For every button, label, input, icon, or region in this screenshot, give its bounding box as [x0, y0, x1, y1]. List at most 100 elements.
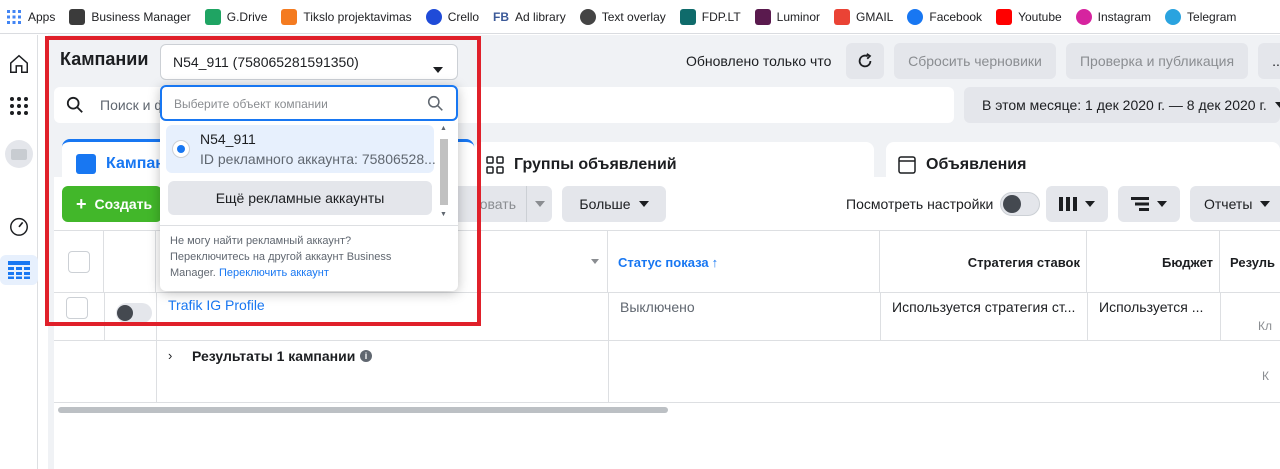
- bookmark-telegram[interactable]: Telegram: [1165, 8, 1237, 25]
- bookmark-apps-grid[interactable]: Apps: [6, 9, 55, 25]
- refresh-icon: [858, 53, 872, 68]
- gmail-icon: [834, 8, 851, 25]
- breakdown-icon: [1131, 197, 1149, 211]
- campaign-name-link[interactable]: Trafik IG Profile: [168, 297, 265, 313]
- bookmark-label: Tikslo projektavimas: [303, 9, 412, 24]
- more-actions-label: Больше: [579, 196, 631, 212]
- home-icon[interactable]: [4, 49, 34, 79]
- plus-icon: +: [76, 193, 87, 214]
- column-divider: [1220, 293, 1221, 341]
- sort-caret-icon: [591, 259, 599, 264]
- column-divider: [104, 293, 105, 341]
- campaign-toggle[interactable]: [116, 303, 152, 323]
- ads-manager-table-icon[interactable]: [0, 255, 38, 285]
- apps-grid-icon: [6, 9, 22, 25]
- edit-dropdown-button[interactable]: [526, 186, 552, 222]
- view-settings-toggle[interactable]: [1000, 192, 1040, 216]
- column-divider: [156, 341, 157, 403]
- table-row[interactable]: Trafik IG Profile Выключено Используется…: [54, 293, 1280, 341]
- dropdown-scrollbar[interactable]: ▲ ▼: [438, 125, 450, 221]
- create-button[interactable]: + Создать: [62, 186, 162, 222]
- crello-icon: [425, 8, 442, 25]
- bookmark-label: G.Drive: [226, 9, 268, 24]
- column-divider: [608, 293, 609, 341]
- row-checkbox[interactable]: [66, 297, 88, 319]
- expand-chevron-icon[interactable]: ›: [168, 348, 172, 363]
- select-all-checkbox[interactable]: [67, 251, 90, 273]
- bookmark-google-drive[interactable]: G.Drive: [204, 8, 268, 25]
- bookmark-label: Instagram: [1097, 9, 1152, 24]
- luminor-icon: [754, 8, 771, 25]
- breakdown-button[interactable]: [1118, 186, 1180, 222]
- account-option-name: N54_911: [200, 131, 256, 147]
- google-drive-icon: [204, 8, 221, 25]
- date-range-picker[interactable]: В этом месяце: 1 дек 2020 г. — 8 дек 202…: [964, 87, 1280, 123]
- reset-drafts-button[interactable]: Сбросить черновики: [894, 43, 1056, 79]
- summary-results-value: К: [1262, 369, 1269, 383]
- account-avatar[interactable]: [4, 139, 34, 169]
- bookmark-crello[interactable]: Crello: [425, 8, 480, 25]
- summary-row: › Результаты 1 кампании i К: [54, 341, 1280, 403]
- all-tools-grid-icon[interactable]: [4, 91, 34, 121]
- create-label: Создать: [94, 196, 153, 212]
- instagram-icon: [1075, 8, 1092, 25]
- account-selector[interactable]: N54_911 (758065281591350): [160, 44, 458, 80]
- campaign-folder-icon: [76, 154, 96, 174]
- delivery-status: Выключено: [620, 299, 695, 315]
- summary-label: Результаты 1 кампании: [192, 348, 356, 364]
- speedometer-icon[interactable]: [4, 211, 34, 241]
- view-settings-label: Посмотреть настройки: [846, 196, 994, 212]
- refresh-button[interactable]: [846, 43, 884, 79]
- scroll-up-arrow-icon: ▲: [440, 125, 447, 132]
- tab-ads-label: Объявления: [926, 156, 1027, 173]
- bookmark-instagram[interactable]: Instagram: [1075, 8, 1152, 25]
- tab-ad-sets-label: Группы объявлений: [514, 156, 677, 173]
- bid-strategy-header[interactable]: Стратегия ставок: [880, 231, 1087, 293]
- bookmark-gmail[interactable]: GMAIL: [834, 8, 894, 25]
- business-manager-icon: [69, 8, 86, 25]
- text-overlay-icon: [579, 8, 596, 25]
- fb-text-icon: FB: [493, 9, 510, 24]
- account-selector-value: N54_911 (758065281591350): [173, 54, 359, 70]
- bookmark-business-manager[interactable]: Business Manager: [69, 8, 191, 25]
- bookmark-fb-text[interactable]: FB Ad library: [493, 9, 566, 25]
- switch-account-link[interactable]: Переключить аккаунт: [219, 267, 329, 279]
- reports-button[interactable]: Отчеты: [1190, 186, 1280, 222]
- delivery-header[interactable]: Статус показа ↑: [608, 231, 880, 293]
- scrollbar-thumb[interactable]: [440, 139, 448, 205]
- bookmark-label: Ad library: [515, 9, 566, 24]
- chevron-down-icon: [433, 60, 443, 76]
- bookmark-label: Telegram: [1187, 9, 1237, 24]
- budget-header[interactable]: Бюджет: [1087, 231, 1220, 293]
- facebook-icon: [907, 8, 924, 25]
- bookmark-text-overlay[interactable]: Text overlay: [579, 8, 666, 25]
- bid-strategy-value: Используется стратегия ст...: [892, 299, 1076, 315]
- bookmark-youtube[interactable]: Youtube: [996, 8, 1062, 25]
- info-icon[interactable]: i: [360, 350, 372, 362]
- review-publish-button[interactable]: Проверка и публикация: [1066, 43, 1248, 79]
- bookmark-tikslo[interactable]: Tikslo projektavimas: [281, 8, 412, 25]
- radio-selected-icon: [172, 140, 190, 158]
- date-range-value: В этом месяце: 1 дек 2020 г. — 8 дек 202…: [982, 97, 1267, 113]
- results-header[interactable]: Резуль: [1220, 231, 1280, 293]
- more-ad-accounts-button[interactable]: Ещё рекламные аккаунты: [168, 181, 432, 215]
- bookmark-label: Crello: [447, 9, 480, 24]
- account-option[interactable]: N54_911 ID рекламного аккаунта: 75806528…: [166, 125, 436, 173]
- bookmarks-bar: Apps Business Manager G.Drive Tikslo projek…: [0, 0, 1280, 34]
- results-value: Кл: [1258, 319, 1272, 333]
- account-search-placeholder: Выберите объект компании: [174, 97, 328, 111]
- reports-label: Отчеты: [1204, 196, 1253, 212]
- bookmark-fdp[interactable]: FDP.LT: [679, 8, 741, 25]
- bookmark-luminor[interactable]: Luminor: [754, 8, 820, 25]
- bookmark-facebook[interactable]: Facebook: [907, 8, 982, 25]
- search-icon: [66, 96, 83, 113]
- column-divider: [1087, 293, 1088, 341]
- help-text-block: Не могу найти рекламный аккаунт? Переклю…: [170, 233, 430, 281]
- more-actions-button[interactable]: Больше: [562, 186, 666, 222]
- columns-button[interactable]: [1046, 186, 1108, 222]
- more-options-button[interactable]: ...: [1258, 43, 1280, 79]
- horizontal-scrollbar[interactable]: [58, 407, 668, 413]
- account-search-input[interactable]: Выберите объект компании: [160, 85, 458, 121]
- scroll-down-arrow-icon: ▼: [440, 211, 447, 218]
- bookmark-label: GMAIL: [856, 9, 894, 24]
